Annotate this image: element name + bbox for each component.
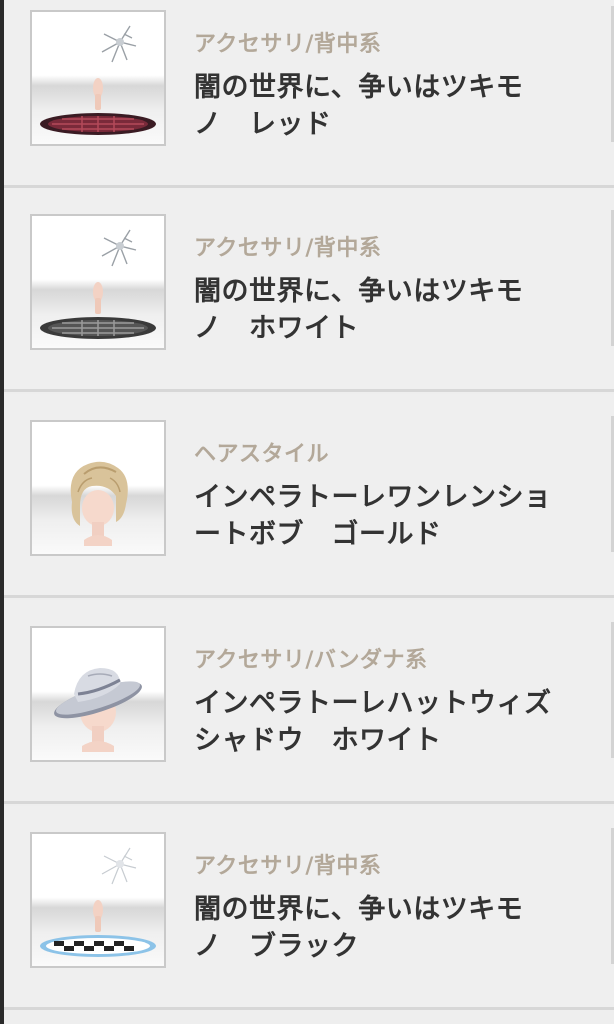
list-item[interactable]: アクセサリ/背中系 闇の世界に、争いはツキモ ノ ブラック bbox=[4, 806, 614, 1010]
item-name-line-2: ノ レッド bbox=[194, 109, 332, 140]
item-name-line-2: ートボブ ゴールド bbox=[194, 519, 442, 550]
list-item[interactable]: アクセサリ/背中系 闇の世界に、争いはツキモ ノ レッド bbox=[4, 0, 614, 188]
item-thumbnail bbox=[30, 10, 166, 146]
list-item[interactable]: ヘアスタイル インペラトーレワンレンショ ートボブ ゴールド bbox=[4, 394, 614, 598]
back-accessory-red-icon bbox=[40, 25, 156, 135]
item-name: 闇の世界に、争いはツキモ ノ ブラック bbox=[194, 891, 594, 965]
hat-white-icon bbox=[54, 668, 142, 752]
list-item[interactable]: アクセサリ/背中系 闇の世界に、争いはツキモ ノ ホワイト bbox=[4, 188, 614, 392]
list-item[interactable]: アクセサリ/バンダナ系 インペラトーレハットウィズ シャドウ ホワイト bbox=[4, 600, 614, 804]
item-name-line-1: インペラトーレワンレンショ bbox=[194, 482, 552, 513]
item-name-line-1: 闇の世界に、争いはツキモ bbox=[194, 72, 524, 103]
item-thumbnail bbox=[30, 832, 166, 968]
item-name-line-2: ノ ホワイト bbox=[194, 313, 359, 344]
item-thumbnail bbox=[30, 420, 166, 556]
item-name-line-1: 闇の世界に、争いはツキモ bbox=[194, 894, 524, 925]
item-name: 闇の世界に、争いはツキモ ノ レッド bbox=[194, 69, 594, 143]
item-category: アクセサリ/背中系 bbox=[194, 236, 382, 261]
item-name: インペラトーレハットウィズ シャドウ ホワイト bbox=[194, 685, 594, 759]
item-name-line-1: 闇の世界に、争いはツキモ bbox=[194, 276, 524, 307]
item-category: アクセサリ/背中系 bbox=[194, 854, 382, 879]
item-name: インペラトーレワンレンショ ートボブ ゴールド bbox=[194, 479, 594, 553]
item-name-line-1: インペラトーレハットウィズ bbox=[194, 688, 552, 719]
item-category: アクセサリ/背中系 bbox=[194, 32, 382, 57]
back-accessory-white-icon bbox=[40, 229, 156, 339]
item-name: 闇の世界に、争いはツキモ ノ ホワイト bbox=[194, 273, 594, 347]
item-name-line-2: ノ ブラック bbox=[194, 931, 359, 962]
item-name-line-2: シャドウ ホワイト bbox=[194, 725, 442, 756]
item-category: ヘアスタイル bbox=[194, 442, 330, 467]
item-category: アクセサリ/バンダナ系 bbox=[194, 648, 428, 673]
item-list: アクセサリ/背中系 闇の世界に、争いはツキモ ノ レッド アクセサリ/背中系 闇… bbox=[0, 0, 614, 1024]
back-accessory-black-icon bbox=[40, 847, 156, 957]
hairstyle-gold-icon bbox=[70, 461, 128, 546]
item-thumbnail bbox=[30, 626, 166, 762]
item-thumbnail bbox=[30, 214, 166, 350]
